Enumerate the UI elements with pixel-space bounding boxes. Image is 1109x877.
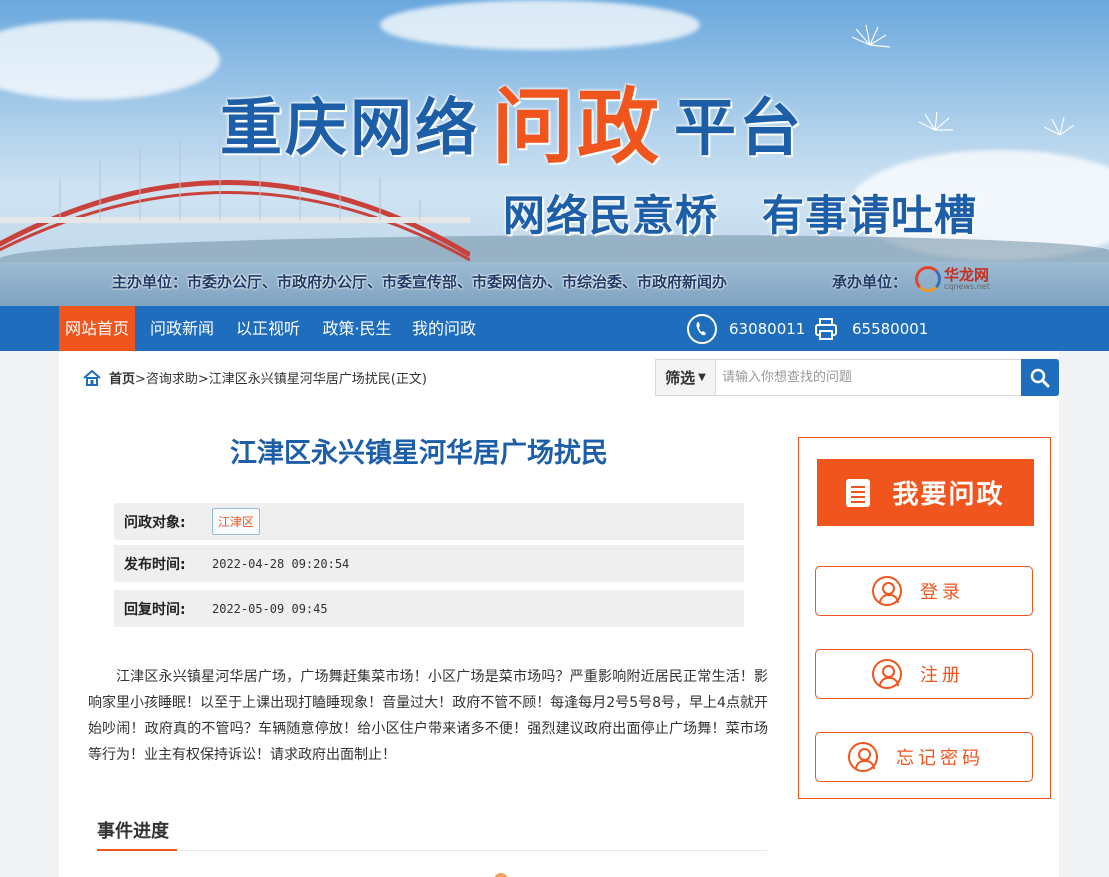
progress-section-title: 事件进度 — [97, 821, 169, 842]
breadcrumb-home-link[interactable]: 首页 — [109, 368, 135, 387]
forgot-password-button[interactable]: 忘记密码 — [815, 732, 1033, 782]
breadcrumb: 首页 >咨询求助>江津区永兴镇星河华居广场扰民(正文) — [83, 368, 427, 387]
phone-number: 63080011 — [729, 319, 806, 338]
hualong-logo-domain: cqnews.net — [944, 281, 990, 291]
meta-publish-label: 发布时间: — [124, 556, 186, 573]
nav-item-policy[interactable]: 政策·民生 — [317, 306, 397, 351]
ask-question-button[interactable]: 我要问政 — [817, 459, 1034, 526]
search-button[interactable] — [1021, 359, 1059, 396]
cloud-decoration — [0, 20, 220, 100]
meta-publish-row: 发布时间: 2022-04-28 09:20:54 — [114, 545, 744, 582]
meta-reply-label: 回复时间: — [124, 601, 186, 618]
reply-time: 2022-05-09 09:45 — [212, 601, 328, 616]
timeline-dot — [494, 873, 508, 877]
sidebar-panel: 我要问政 登录 注册 忘记密码 — [798, 437, 1051, 799]
search-filter-label: 筛选 — [665, 369, 696, 387]
header-banner: 重庆网络 问政 平台 网络民意桥 有事请吐槽 主办单位：市委办公厅、市政府办公厅、市委… — [0, 0, 1109, 306]
nav-item-my-questions[interactable]: 我的问政 — [407, 306, 481, 351]
login-button[interactable]: 登录 — [815, 566, 1033, 616]
forgot-password-label: 忘记密码 — [896, 748, 984, 769]
user-icon — [872, 576, 902, 606]
slogan: 网络民意桥 有事请吐槽 — [503, 191, 978, 240]
search-icon — [1030, 368, 1050, 387]
nav-item-home[interactable]: 网站首页 — [59, 306, 135, 351]
document-icon — [846, 478, 871, 507]
site-title: 重庆网络 问政 平台 — [220, 80, 805, 175]
article-body: 江津区永兴镇星河华居广场，广场舞赶集菜市场！小区广场是菜市场吗？严重影响附近居民… — [88, 669, 768, 763]
main-nav: 网站首页 问政新闻 以正视听 政策·民生 我的问政 63080011 65580… — [0, 306, 1109, 351]
phone-icon — [687, 313, 717, 344]
organizer-label: 承办单位： — [832, 273, 908, 291]
sponsor-text: 主办单位：市委办公厅、市政府办公厅、市委宣传部、市委网信办、市综治委、市政府新闻… — [112, 273, 728, 291]
user-icon — [848, 742, 878, 772]
nav-item-news[interactable]: 问政新闻 — [145, 306, 219, 351]
fax-icon — [814, 317, 838, 341]
hualong-logo-name: 华龙网 — [944, 265, 990, 284]
register-label: 注册 — [920, 665, 964, 686]
search-bar: 筛选 ▼ — [655, 359, 1059, 396]
hualong-logo-icon — [915, 266, 941, 292]
hualong-logo[interactable]: 华龙网 cqnews.net — [915, 266, 990, 292]
divider — [97, 850, 767, 851]
meta-target-label: 问政对象: — [124, 514, 186, 531]
dandelion-illustration — [851, 24, 1075, 136]
caret-down-icon: ▼ — [698, 372, 706, 383]
nav-item-rumor[interactable]: 以正视听 — [231, 306, 305, 351]
article-title: 江津区永兴镇星河华居广场扰民 — [230, 438, 608, 469]
target-tag[interactable]: 江津区 — [212, 508, 261, 535]
fax-number: 65580001 — [852, 319, 929, 338]
phone-contact: 63080011 — [687, 306, 805, 351]
home-icon — [83, 369, 101, 386]
meta-reply-row: 回复时间: 2022-05-09 09:45 — [114, 590, 744, 627]
cloud-decoration — [380, 0, 700, 50]
search-input[interactable] — [716, 360, 1021, 395]
login-label: 登录 — [920, 582, 964, 603]
meta-target-row: 问政对象: 江津区 — [114, 503, 744, 540]
publish-time: 2022-04-28 09:20:54 — [212, 556, 350, 571]
user-icon — [872, 659, 902, 689]
register-button[interactable]: 注册 — [815, 649, 1033, 699]
progress-title-underline — [97, 849, 177, 851]
search-filter-dropdown[interactable]: 筛选 ▼ — [656, 360, 716, 395]
breadcrumb-path[interactable]: >咨询求助>江津区永兴镇星河华居广场扰民(正文) — [135, 368, 427, 387]
fax-contact: 65580001 — [814, 306, 928, 351]
ask-question-label: 我要问政 — [892, 480, 1005, 510]
